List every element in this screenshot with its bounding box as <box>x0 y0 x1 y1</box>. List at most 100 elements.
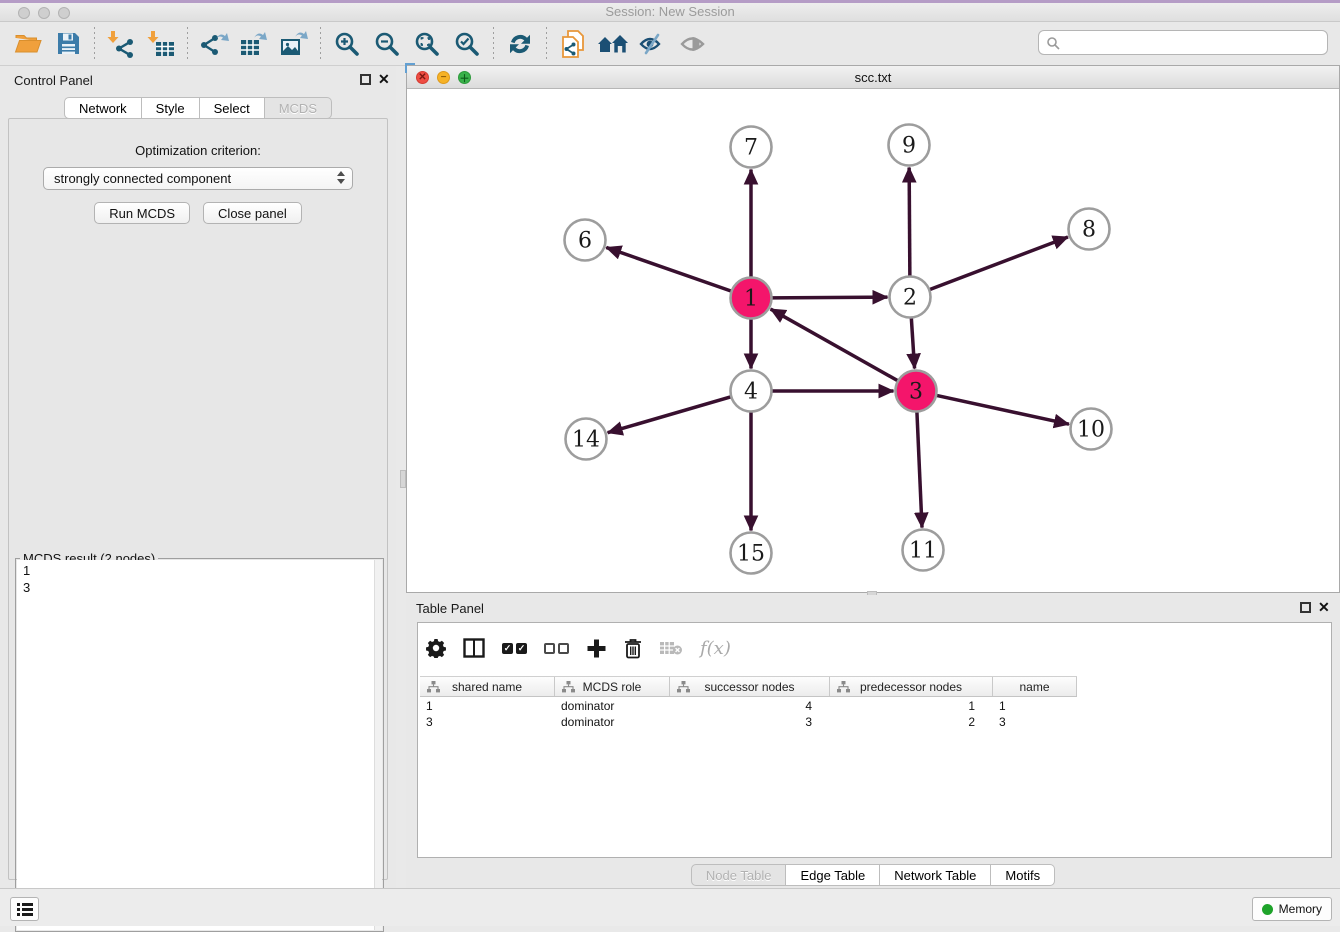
tab-select[interactable]: Select <box>200 97 265 119</box>
tab-network[interactable]: Network <box>64 97 142 119</box>
table-type-tabs: Node TableEdge TableNetwork TableMotifs <box>406 864 1340 886</box>
node-label: 8 <box>1082 218 1096 243</box>
node-label: 3 <box>909 380 923 405</box>
network-canvas[interactable]: 7 9 6 8 1 2 4 3 14 10 15 11 <box>407 89 1339 592</box>
column-view-button[interactable] <box>463 638 485 658</box>
optimization-criterion-select[interactable]: strongly connected component <box>43 167 353 190</box>
close-panel-icon[interactable]: ✕ <box>1318 599 1330 616</box>
memory-button[interactable]: Memory <box>1252 897 1332 921</box>
graph-edge-1-6[interactable] <box>606 247 731 291</box>
node-label: 4 <box>744 380 758 405</box>
select-all-button[interactable]: ✓ ✓ <box>502 643 527 654</box>
tab-network-table[interactable]: Network Table <box>880 864 991 886</box>
graph-edge-4-14[interactable] <box>608 397 732 433</box>
node-label: 10 <box>1077 418 1105 443</box>
close-panel-icon[interactable]: ✕ <box>378 71 390 88</box>
graph-node-10[interactable]: 10 <box>1071 409 1112 450</box>
result-scrollbar[interactable] <box>374 560 382 930</box>
tab-node-table[interactable]: Node Table <box>691 864 787 886</box>
graph-edge-3-1[interactable] <box>771 309 899 381</box>
graph-node-4[interactable]: 4 <box>731 371 772 412</box>
graph-node-3[interactable]: 3 <box>896 371 937 412</box>
graph-node-2[interactable]: 2 <box>890 277 931 318</box>
delete-column-button[interactable] <box>624 638 642 659</box>
column-header-MCDS-role[interactable]: MCDS role <box>555 677 670 696</box>
eye-icon <box>678 32 708 56</box>
apply-layout-button[interactable] <box>503 27 537 61</box>
table-panel-title: Table Panel <box>416 601 484 616</box>
graph-node-7[interactable]: 7 <box>731 127 772 168</box>
window-titlebar: Session: New Session <box>0 0 1340 22</box>
column-header-shared-name[interactable]: shared name <box>420 677 555 696</box>
export-image-button[interactable] <box>277 27 311 61</box>
table-cell: 1 <box>993 699 1077 713</box>
zoom-in-button[interactable] <box>330 27 364 61</box>
first-neighbors-button[interactable] <box>596 27 630 61</box>
task-history-button[interactable] <box>10 897 39 921</box>
tab-style[interactable]: Style <box>142 97 200 119</box>
splitter-grip[interactable] <box>400 470 406 488</box>
mcds-tab-content: Optimization criterion: strongly connect… <box>8 118 388 880</box>
select-stepper-icon <box>337 171 345 184</box>
search-input[interactable] <box>1060 31 1327 54</box>
add-column-button[interactable] <box>586 638 607 659</box>
hide-selected-button[interactable] <box>636 27 670 61</box>
tab-mcds[interactable]: MCDS <box>265 97 332 119</box>
graph-node-11[interactable]: 11 <box>903 530 944 571</box>
node-label: 9 <box>902 134 916 159</box>
table-row[interactable]: 1dominator411 <box>420 698 1329 714</box>
float-panel-icon[interactable] <box>1300 602 1311 613</box>
node-label: 6 <box>578 229 592 254</box>
column-type-icon <box>677 681 690 693</box>
fit-content-button[interactable] <box>410 27 444 61</box>
tab-motifs[interactable]: Motifs <box>991 864 1055 886</box>
graph-edges <box>606 167 1069 530</box>
tab-edge-table[interactable]: Edge Table <box>786 864 880 886</box>
function-builder-button[interactable]: f(x) <box>700 638 731 659</box>
delete-table-button[interactable] <box>659 640 683 656</box>
zoom-selected-button[interactable] <box>450 27 484 61</box>
deselect-all-button[interactable] <box>544 643 569 654</box>
graph-node-8[interactable]: 8 <box>1069 209 1110 250</box>
graph-edge-1-2[interactable] <box>771 297 887 298</box>
zoom-out-button[interactable] <box>370 27 404 61</box>
network-graph[interactable]: 7 9 6 8 1 2 4 3 14 10 15 11 <box>407 89 1339 592</box>
graph-node-15[interactable]: 15 <box>731 533 772 574</box>
graph-edge-3-10[interactable] <box>936 395 1069 424</box>
save-session-button[interactable] <box>51 27 85 61</box>
clone-network-button[interactable] <box>556 27 590 61</box>
close-panel-button[interactable]: Close panel <box>203 202 302 224</box>
column-header-predecessor-nodes[interactable]: predecessor nodes <box>830 677 993 696</box>
import-table-button[interactable] <box>144 27 178 61</box>
table-row[interactable]: 3dominator323 <box>420 714 1329 730</box>
toolbar-separator <box>546 27 547 61</box>
save-disk-icon <box>56 31 81 56</box>
table-settings-button[interactable] <box>426 638 446 658</box>
graph-edge-2-8[interactable] <box>929 237 1068 290</box>
export-network-button[interactable] <box>197 27 231 61</box>
open-session-button[interactable] <box>11 27 45 61</box>
node-label: 1 <box>744 287 758 312</box>
run-mcds-button[interactable]: Run MCDS <box>94 202 190 224</box>
mcds-result-textarea[interactable]: 1 3 <box>17 560 374 930</box>
table-toolbar: ✓ ✓ <box>426 631 731 665</box>
graph-node-6[interactable]: 6 <box>565 220 606 261</box>
table-cell: 3 <box>670 715 830 729</box>
column-header-name[interactable]: name <box>993 677 1077 696</box>
graph-node-9[interactable]: 9 <box>889 125 930 166</box>
graph-edge-3-11[interactable] <box>917 411 922 527</box>
network-window-titlebar: ✕ − ＋ scc.txt <box>407 66 1339 89</box>
graph-edge-2-3[interactable] <box>911 317 914 368</box>
show-all-button[interactable] <box>676 27 710 61</box>
columns-icon <box>463 638 485 658</box>
search-field[interactable] <box>1038 30 1328 55</box>
graph-node-1[interactable]: 1 <box>731 278 772 319</box>
graph-edge-2-9[interactable] <box>909 167 910 276</box>
column-header-successor-nodes[interactable]: successor nodes <box>670 677 830 696</box>
import-network-button[interactable] <box>104 27 138 61</box>
trash-icon <box>624 638 642 659</box>
export-table-button[interactable] <box>237 27 271 61</box>
plus-icon <box>586 638 607 659</box>
graph-node-14[interactable]: 14 <box>566 419 607 460</box>
float-panel-icon[interactable] <box>360 74 371 85</box>
